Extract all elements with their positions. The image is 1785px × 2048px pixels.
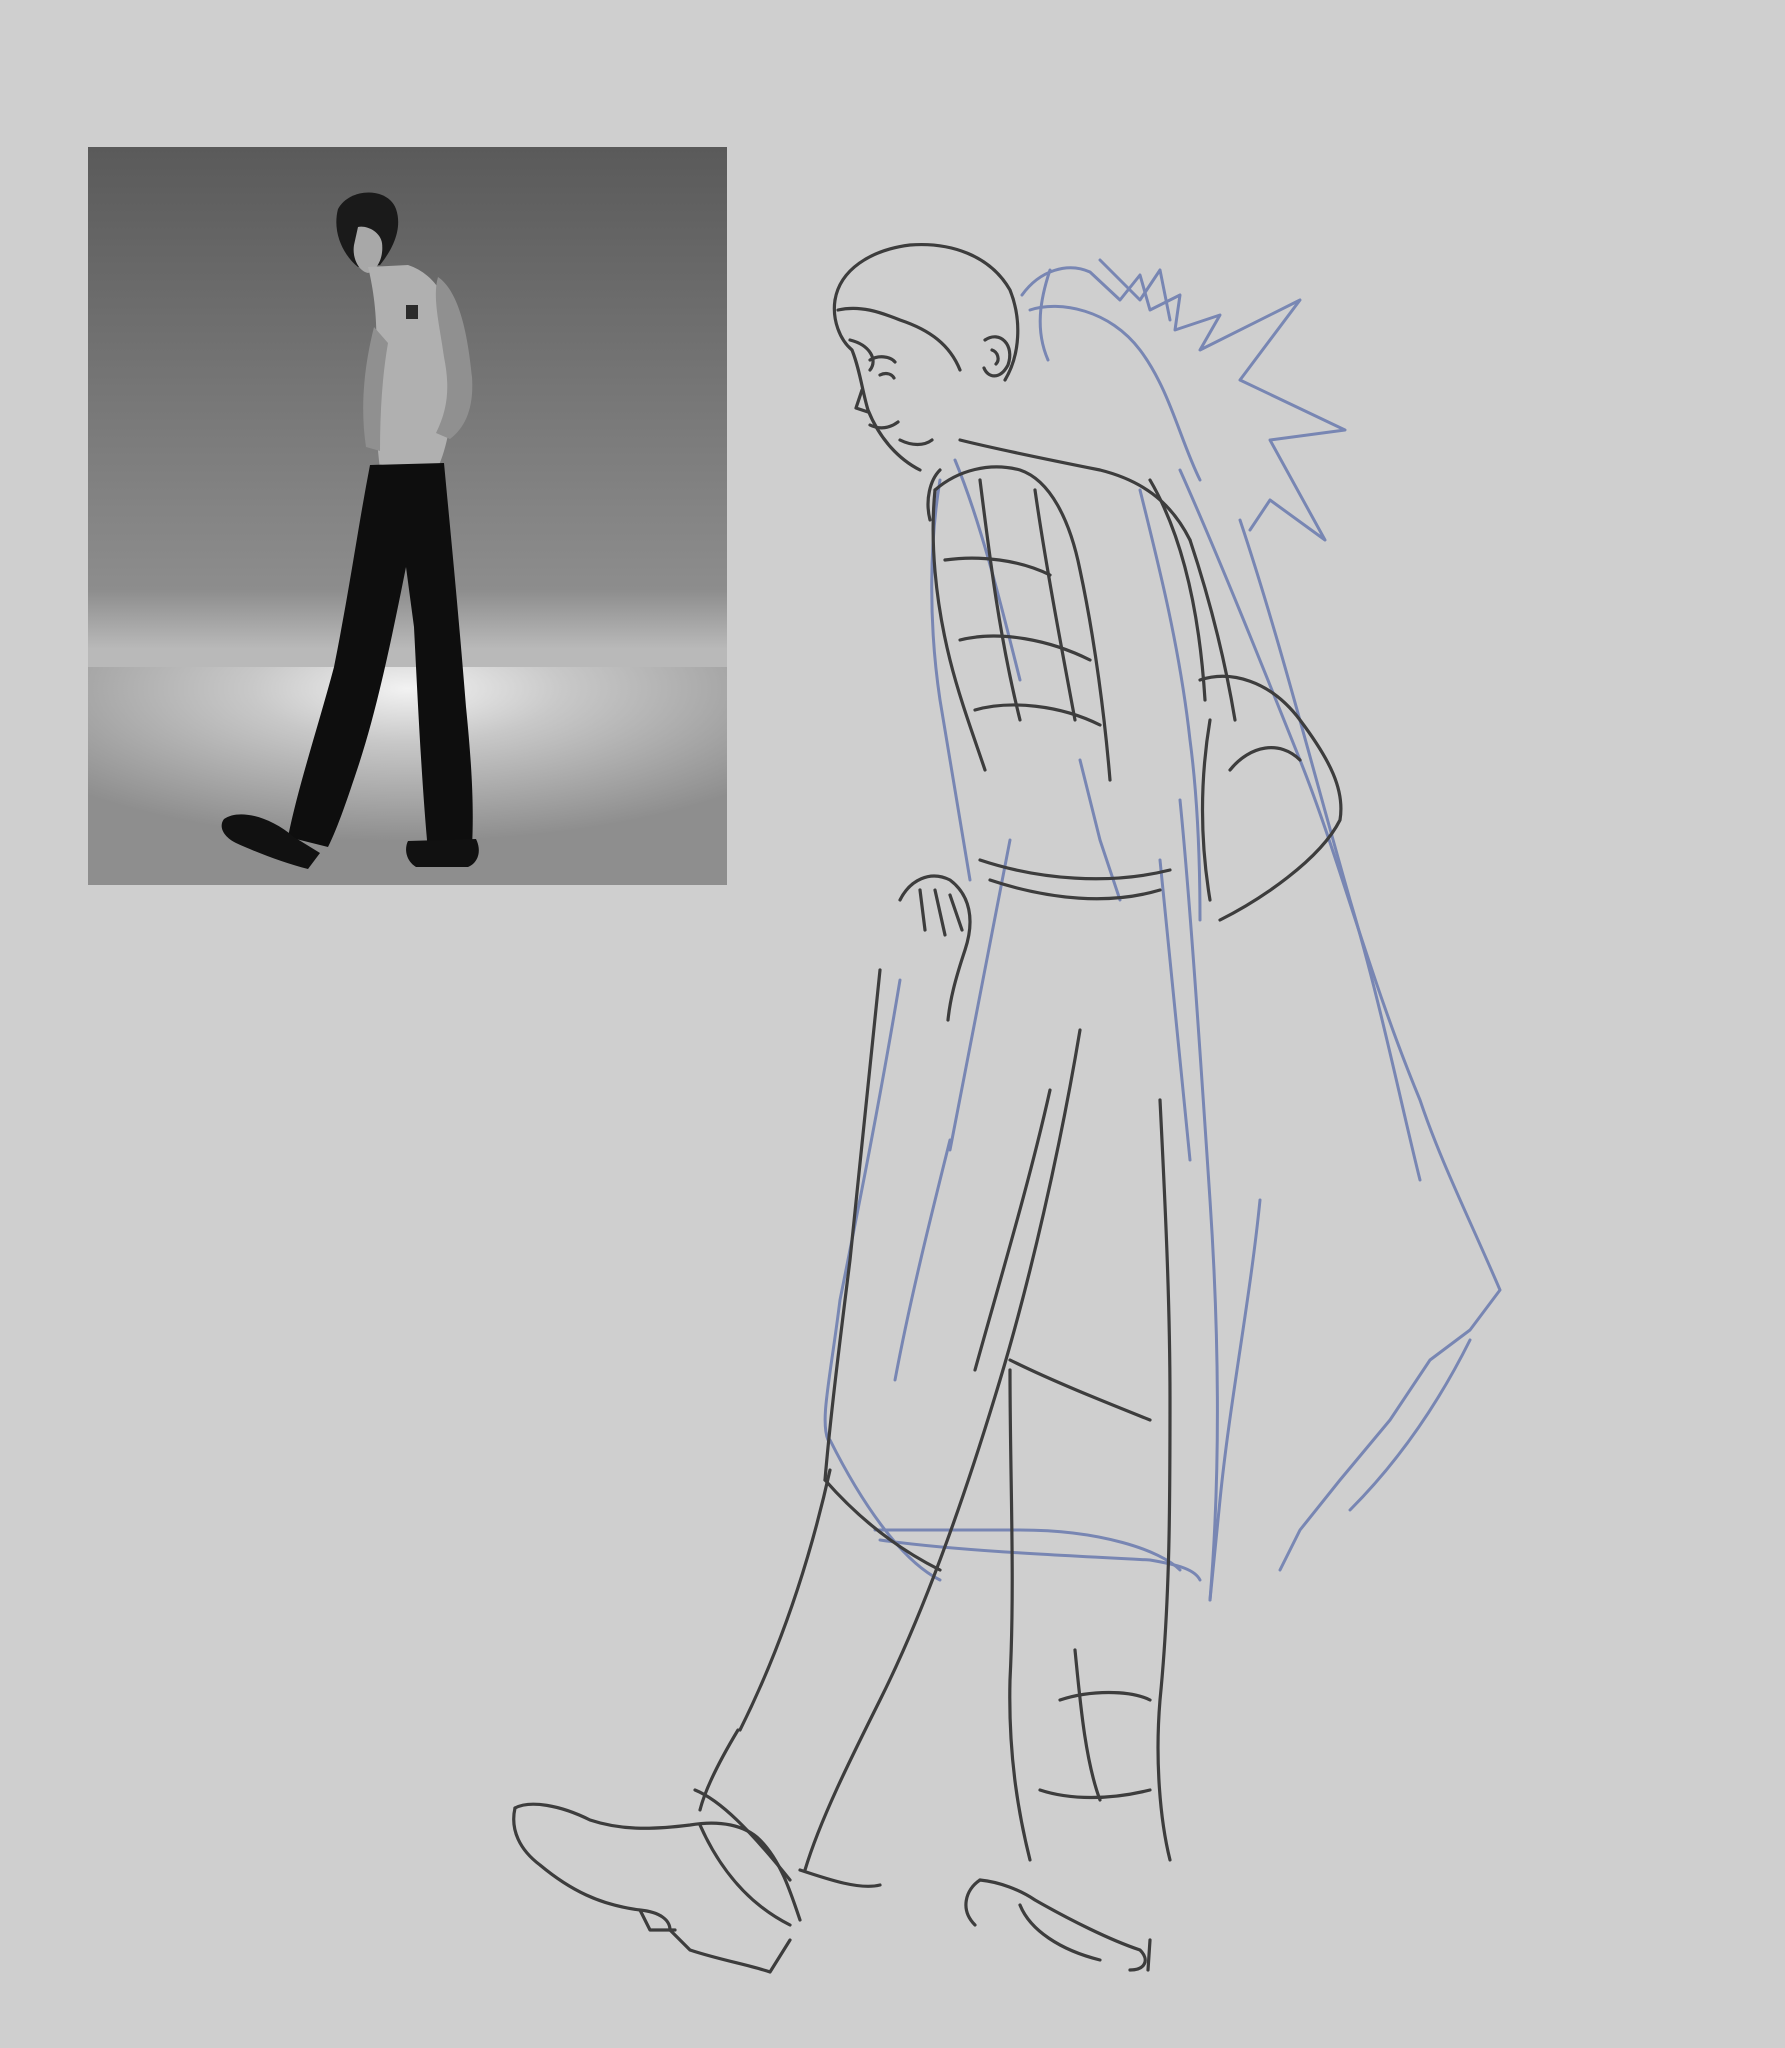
pose-lines [512, 242, 1343, 1974]
drawing-canvas [0, 0, 1785, 2048]
figure-sketch [0, 0, 1785, 2048]
